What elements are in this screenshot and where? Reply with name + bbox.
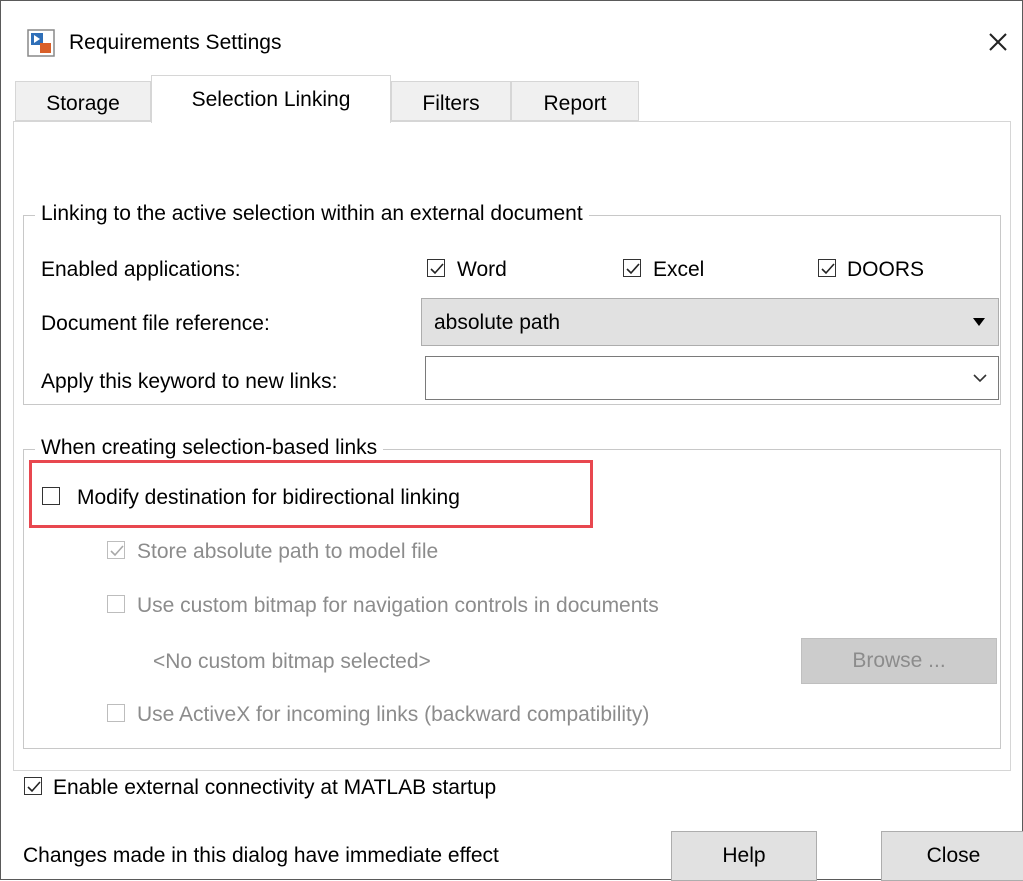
tab-filters[interactable]: Filters [391, 81, 511, 121]
store-abs-path-checkbox[interactable] [107, 541, 125, 559]
enable-connectivity-checkbox[interactable] [24, 777, 42, 795]
browse-button[interactable]: Browse ... [801, 638, 997, 684]
doc-ref-value: absolute path [434, 311, 561, 334]
tab-label: Report [543, 92, 607, 115]
tab-storage[interactable]: Storage [15, 81, 151, 121]
tab-label: Storage [46, 92, 120, 115]
close-button[interactable]: Close [881, 831, 1023, 881]
excel-checkbox[interactable] [623, 259, 641, 277]
excel-checkbox-label: Excel [653, 258, 705, 281]
store-abs-path-label: Store absolute path to model file [137, 540, 439, 563]
selection-group-title: When creating selection-based links [35, 436, 384, 460]
custom-bitmap-label: Use custom bitmap for navigation control… [137, 594, 659, 617]
close-button-label: Close [926, 844, 981, 867]
help-button[interactable]: Help [671, 831, 817, 881]
status-text: Changes made in this dialog have immedia… [23, 844, 499, 867]
keyword-combobox[interactable] [425, 356, 999, 400]
word-checkbox-label: Word [457, 258, 507, 281]
enabled-apps-label: Enabled applications: [41, 258, 241, 281]
chevron-down-icon [973, 374, 987, 383]
activex-checkbox[interactable] [107, 704, 125, 722]
doc-ref-label: Document file reference: [41, 312, 270, 335]
caret-down-icon [973, 318, 985, 326]
requirements-settings-dialog: Requirements Settings Storage Selection … [0, 0, 1023, 881]
browse-button-label: Browse ... [852, 649, 946, 672]
doors-checkbox-label: DOORS [847, 258, 925, 281]
enable-connectivity-label: Enable external connectivity at MATLAB s… [53, 776, 497, 799]
help-button-label: Help [722, 844, 766, 867]
doc-ref-dropdown[interactable]: absolute path [421, 298, 999, 346]
activex-label: Use ActiveX for incoming links (backward… [137, 703, 650, 726]
close-icon[interactable] [981, 25, 1015, 59]
no-bitmap-text: <No custom bitmap selected> [153, 650, 431, 673]
title-bar: Requirements Settings [1, 1, 1022, 83]
doors-checkbox[interactable] [818, 259, 836, 277]
tab-selection-linking[interactable]: Selection Linking [151, 75, 391, 123]
word-checkbox[interactable] [427, 259, 445, 277]
tab-label: Filters [422, 92, 480, 115]
dialog-title: Requirements Settings [69, 31, 282, 54]
linking-group-title: Linking to the active selection within a… [35, 202, 589, 226]
modify-destination-checkbox[interactable] [42, 487, 60, 505]
keyword-label: Apply this keyword to new links: [41, 370, 338, 393]
simulink-app-icon [27, 29, 55, 57]
custom-bitmap-checkbox[interactable] [107, 595, 125, 613]
modify-destination-label: Modify destination for bidirectional lin… [77, 486, 460, 509]
tab-label: Selection Linking [191, 88, 351, 111]
tab-report[interactable]: Report [511, 81, 639, 121]
